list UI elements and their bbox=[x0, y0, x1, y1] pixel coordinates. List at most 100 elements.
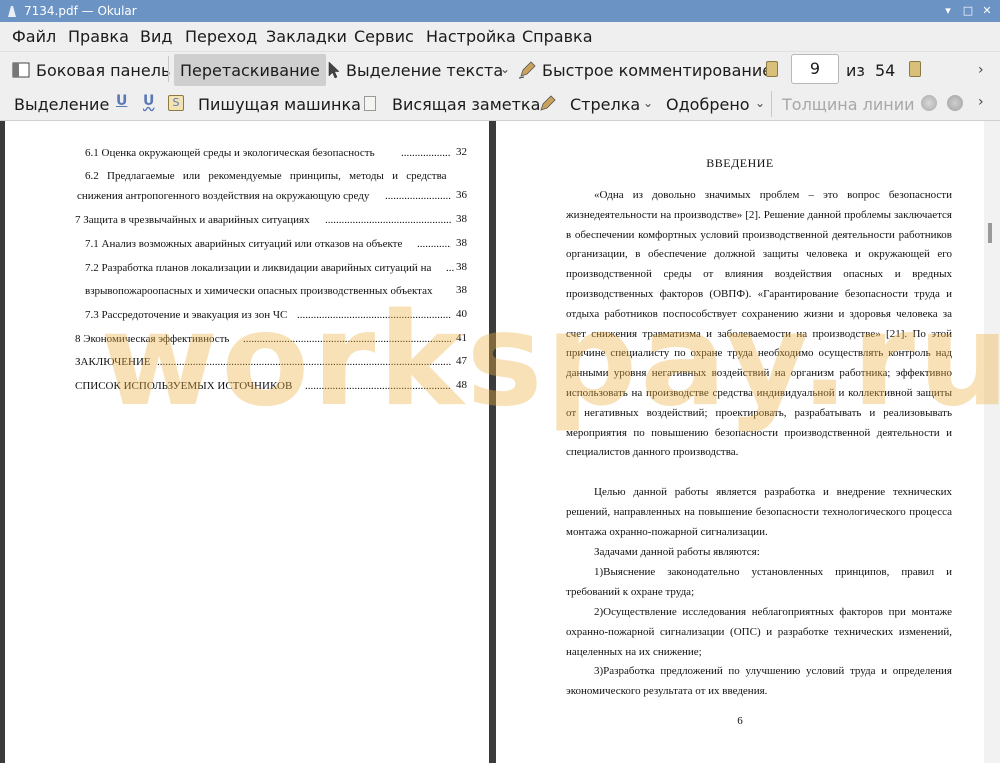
arrow-tool-label: Стрелка bbox=[570, 94, 641, 114]
document-view[interactable]: 6.1 Оценка окружающей среды и экологичес… bbox=[0, 121, 1000, 763]
section-heading: ВВЕДЕНИЕ bbox=[706, 156, 774, 170]
menu-file[interactable]: Файл bbox=[12, 27, 56, 46]
toc-entry[interactable]: 7.3 Рассредоточение и эвакуация из зон Ч… bbox=[85, 308, 287, 322]
menu-help[interactable]: Справка bbox=[522, 27, 593, 46]
paragraph: 2)Осуществление исследования неблагоприя… bbox=[566, 606, 952, 658]
main-toolbar: Боковая панель Перетаскивание Выделение … bbox=[0, 52, 1000, 87]
toc-entry[interactable]: 8 Экономическая эффективность bbox=[75, 332, 229, 346]
page-number-input[interactable]: 9 bbox=[791, 54, 839, 84]
toc-dots: ........................................… bbox=[157, 356, 451, 368]
paragraph: «Одна из довольно значимых проблем – это… bbox=[566, 189, 952, 459]
opacity-icon[interactable] bbox=[947, 95, 963, 111]
window-title: 7134.pdf — Okular bbox=[24, 4, 137, 18]
toc-entry[interactable]: 6.1 Оценка окружающей среды и экологичес… bbox=[85, 146, 375, 160]
toc-page-number: 36 bbox=[456, 189, 467, 201]
sticky-note-label: Висящая заметка bbox=[392, 94, 541, 114]
toc-dots: ........................................… bbox=[325, 214, 451, 226]
cursor-icon bbox=[328, 61, 340, 79]
text-select-dropdown-icon[interactable]: ⌄ bbox=[500, 62, 510, 76]
menu-bookmarks[interactable]: Закладки bbox=[266, 27, 347, 46]
toc-entry[interactable]: 7.1 Анализ возможных аварийных ситуаций … bbox=[85, 237, 402, 251]
toc-entry[interactable]: 6.2 Предлагаемые или рекомендуемые принц… bbox=[85, 169, 469, 183]
toc-dots: ........................................… bbox=[243, 333, 451, 345]
next-page-icon[interactable] bbox=[909, 61, 921, 77]
pen-icon bbox=[540, 95, 556, 111]
toc-entry[interactable]: ЗАКЛЮЧЕНИЕ bbox=[75, 355, 151, 369]
drag-mode-label: Перетаскивание bbox=[180, 60, 320, 80]
stamp-dropdown-icon[interactable]: ⌄ bbox=[755, 96, 765, 110]
toc-page-number: 38 bbox=[456, 213, 467, 225]
stamp-approved-label: Одобрено bbox=[666, 94, 750, 114]
menu-settings[interactable]: Настройка bbox=[426, 27, 516, 46]
close-icon[interactable]: ✕ bbox=[979, 3, 995, 19]
toc-page-number: 41 bbox=[456, 332, 467, 344]
toolbar-overflow-icon[interactable]: › bbox=[978, 94, 984, 110]
toc-entry[interactable]: 7 Защита в чрезвычайных и аварийных ситу… bbox=[75, 213, 310, 227]
text-select-button[interactable]: Выделение текста bbox=[328, 54, 503, 86]
selection-button[interactable]: Выделение bbox=[14, 88, 109, 120]
pen-icon bbox=[518, 61, 536, 79]
toolbar-separator bbox=[771, 91, 772, 117]
stamp-approved-button[interactable]: Одобрено bbox=[666, 88, 750, 120]
toc-page-number: 38 bbox=[456, 261, 467, 273]
typewriter-label: Пишущая машинка bbox=[198, 94, 361, 114]
quick-comment-label: Быстрое комментирование bbox=[542, 60, 773, 80]
menu-go[interactable]: Переход bbox=[185, 27, 257, 46]
minimize-icon[interactable]: ▾ bbox=[940, 3, 956, 19]
annotation-toolbar: Выделение U U S Пишущая машинка Висящая … bbox=[0, 87, 1000, 121]
toc-entry[interactable]: взрывопожароопасных и химически опасных … bbox=[85, 284, 432, 298]
title-bar: 7134.pdf — Okular ▾ □ ✕ bbox=[0, 0, 1000, 22]
toc-entry[interactable]: 7.2 Разработка планов локализации и ликв… bbox=[85, 261, 431, 275]
typewriter-button[interactable]: Пишущая машинка bbox=[198, 88, 361, 120]
menu-edit[interactable]: Правка bbox=[68, 27, 129, 46]
paragraph: 1)Выяснение законодательно установленных… bbox=[566, 566, 952, 598]
paragraph: Задачами данной работы являются: bbox=[594, 546, 760, 558]
vertical-scrollbar[interactable] bbox=[984, 121, 1000, 763]
sticky-note-button[interactable]: Висящая заметка bbox=[392, 88, 540, 120]
page-number-footer: 6 bbox=[737, 715, 743, 727]
paragraph: Целью данной работы является разработка … bbox=[566, 486, 952, 538]
toc-dots: .................. bbox=[417, 238, 451, 250]
underline-icon[interactable]: U bbox=[116, 93, 127, 109]
strikeout-icon[interactable]: S bbox=[168, 95, 184, 111]
scrollbar-thumb[interactable] bbox=[988, 223, 992, 243]
okular-app-icon bbox=[8, 6, 16, 17]
toc-page-number: 38 bbox=[456, 284, 467, 296]
toc-page-number: 48 bbox=[456, 379, 467, 391]
text-select-label: Выделение текста bbox=[346, 60, 504, 80]
color-palette-icon[interactable] bbox=[921, 95, 937, 111]
toc-page-number: 47 bbox=[456, 355, 467, 367]
menu-bar: Файл Правка Вид Переход Закладки Сервис … bbox=[0, 22, 1000, 52]
sticky-note-icon bbox=[364, 96, 376, 111]
toolbar-separator bbox=[168, 56, 169, 82]
toc-dots: ................................ bbox=[385, 190, 451, 202]
toc-dots: ........................................… bbox=[297, 309, 451, 321]
line-width-control[interactable]: Толщина линии bbox=[782, 88, 915, 120]
pdf-page-right: ВВЕДЕНИЕ «Одна из довольно значимых проб… bbox=[496, 121, 984, 763]
page-of-label: из bbox=[846, 60, 865, 80]
toc-page-number: 32 bbox=[456, 146, 467, 158]
previous-page-icon[interactable] bbox=[766, 61, 778, 77]
toc-entry[interactable]: СПИСОК ИСПОЛЬЗУЕМЫХ ИСТОЧНИКОВ bbox=[75, 379, 292, 393]
toc-dots: ........................ bbox=[401, 147, 451, 159]
line-width-label: Толщина линии bbox=[782, 94, 915, 114]
arrow-tool-button[interactable]: Стрелка bbox=[570, 88, 640, 120]
sidebar-button[interactable]: Боковая панель bbox=[12, 54, 170, 86]
drag-mode-button[interactable]: Перетаскивание bbox=[174, 54, 326, 86]
squiggle-icon[interactable]: U bbox=[143, 93, 154, 109]
quick-comment-button[interactable]: Быстрое комментирование bbox=[518, 54, 772, 86]
sidebar-icon bbox=[12, 62, 30, 78]
paragraph: 3)Разработка предложений по улучшению ус… bbox=[566, 665, 952, 697]
menu-view[interactable]: Вид bbox=[140, 27, 172, 46]
toc-entry[interactable]: снижения антропогенного воздействия на о… bbox=[77, 189, 369, 203]
sidebar-button-label: Боковая панель bbox=[36, 60, 171, 80]
page-total: 54 bbox=[875, 60, 896, 80]
maximize-icon[interactable]: □ bbox=[960, 3, 976, 19]
menu-tools[interactable]: Сервис bbox=[354, 27, 414, 46]
arrow-dropdown-icon[interactable]: ⌄ bbox=[643, 96, 653, 110]
toc-page-number: 40 bbox=[456, 308, 467, 320]
toc-dots: ........................................… bbox=[305, 380, 451, 392]
toc-page-number: 38 bbox=[456, 237, 467, 249]
selection-label: Выделение bbox=[14, 94, 110, 114]
toolbar-overflow-icon[interactable]: › bbox=[978, 62, 984, 78]
